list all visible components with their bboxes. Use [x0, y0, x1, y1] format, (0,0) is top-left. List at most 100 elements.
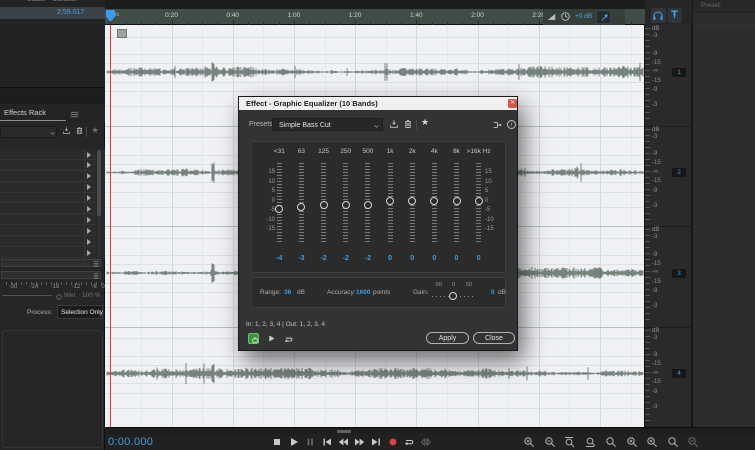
effect-slot[interactable]: [0, 193, 96, 204]
slot-expand-triangle-icon[interactable]: [87, 195, 91, 201]
track-number-badge[interactable]: 2: [672, 168, 686, 177]
info-icon[interactable]: i: [507, 120, 516, 129]
wet-radio-icon[interactable]: [55, 293, 63, 301]
effect-slot[interactable]: [0, 247, 96, 258]
zoom-in-time-icon[interactable]: [523, 436, 536, 449]
scrollbar-thumb[interactable]: [337, 430, 351, 433]
band-gain-value[interactable]: 0: [432, 255, 436, 262]
stop-button[interactable]: [271, 436, 284, 449]
reset-zoom-icon[interactable]: [687, 436, 700, 449]
skip-back-button[interactable]: [321, 436, 334, 449]
rewind-button[interactable]: [337, 436, 350, 449]
band-gain-value[interactable]: -2: [365, 255, 371, 262]
dialog-title-bar[interactable]: Effect - Graphic Equalizer (10 Bands): [239, 97, 517, 110]
favorite-star-icon[interactable]: ★: [91, 125, 99, 136]
band-gain-value[interactable]: -2: [320, 255, 326, 262]
delete-preset-icon[interactable]: [75, 126, 84, 135]
close-icon[interactable]: ✕: [508, 99, 517, 108]
band-gain-value[interactable]: 0: [455, 255, 459, 262]
range-value[interactable]: 36: [284, 289, 291, 296]
apply-button[interactable]: Apply: [426, 332, 469, 344]
process-dropdown[interactable]: Selection Only: [57, 305, 103, 319]
files-column-duration[interactable]: Duration: [53, 0, 78, 3]
panel-menu-icon[interactable]: [70, 110, 79, 119]
level-ramp-icon[interactable]: [547, 12, 556, 21]
effect-slot[interactable]: [0, 182, 96, 193]
zoom-in-at-out-point-icon[interactable]: [646, 436, 659, 449]
monitor-gain-value[interactable]: +0 dB: [575, 13, 592, 20]
slot-expand-triangle-icon[interactable]: [87, 206, 91, 212]
gain-value[interactable]: 0: [491, 289, 495, 296]
monitor-headphones-button[interactable]: [651, 8, 666, 23]
zoom-full-selection-icon[interactable]: [667, 436, 680, 449]
band-slider-knob[interactable]: [364, 201, 372, 209]
rack-preset-dropdown[interactable]: [0, 126, 57, 138]
effect-slot[interactable]: [0, 149, 96, 160]
save-preset-icon[interactable]: [62, 126, 71, 135]
band-slider-knob[interactable]: [475, 197, 483, 205]
favorite-star-icon[interactable]: ★: [421, 117, 429, 128]
slot-expand-triangle-icon[interactable]: [87, 184, 91, 190]
slot-expand-triangle-icon[interactable]: [87, 173, 91, 179]
file-row-selected[interactable]: 2:59.017: [0, 7, 105, 19]
effect-slot[interactable]: [0, 160, 96, 171]
band-gain-value[interactable]: -3: [298, 255, 304, 262]
timeline-ruler[interactable]: hms 0:200:401:001:201:402:002:20 +0 dB: [105, 9, 645, 25]
zoom-in-at-in-point-icon[interactable]: [626, 436, 639, 449]
skip-selection-button[interactable]: [420, 436, 433, 449]
preview-play-button[interactable]: [267, 334, 276, 343]
channel-routing-icon[interactable]: [492, 120, 502, 130]
effect-slot[interactable]: [0, 214, 96, 225]
effect-slot[interactable]: [0, 204, 96, 215]
play-button[interactable]: [288, 436, 301, 449]
band-gain-value[interactable]: -4: [276, 255, 282, 262]
rack-scrollbar-thumb[interactable]: [97, 150, 101, 216]
mix-meter-bar[interactable]: [1, 259, 101, 267]
band-slider-knob[interactable]: [386, 197, 394, 205]
effect-slot[interactable]: [0, 171, 96, 182]
cursor-tool-button[interactable]: [596, 10, 611, 24]
slot-expand-triangle-icon[interactable]: [87, 217, 91, 223]
zoom-in-amplitude-icon[interactable]: [564, 436, 577, 449]
slot-expand-triangle-icon[interactable]: [87, 239, 91, 245]
slot-expand-triangle-icon[interactable]: [87, 250, 91, 256]
clock-icon[interactable]: [560, 11, 571, 22]
zoom-out-amplitude-icon[interactable]: [585, 436, 598, 449]
band-gain-value[interactable]: 0: [410, 255, 414, 262]
band-slider-track[interactable]: [277, 163, 282, 243]
delete-preset-icon[interactable]: [403, 119, 413, 129]
power-toggle-button[interactable]: [248, 333, 259, 344]
fast-forward-button[interactable]: [354, 436, 367, 449]
skip-forward-button[interactable]: [370, 436, 383, 449]
files-column-status[interactable]: Status: [27, 0, 45, 3]
master-meter-bar[interactable]: [1, 271, 101, 279]
zoom-out-time-icon[interactable]: [544, 436, 557, 449]
horizontal-scrollbar[interactable]: [105, 427, 755, 434]
clip-gain-icon[interactable]: [117, 29, 127, 38]
save-preset-icon[interactable]: [389, 119, 399, 129]
band-slider-knob[interactable]: [342, 201, 350, 209]
close-button[interactable]: Close: [473, 332, 515, 344]
band-slider-knob[interactable]: [320, 201, 328, 209]
effect-slot[interactable]: [0, 225, 96, 236]
accuracy-value[interactable]: 1600: [356, 289, 370, 296]
loop-button[interactable]: [403, 436, 416, 449]
pause-button[interactable]: [304, 436, 317, 449]
gain-slider-knob[interactable]: [449, 292, 457, 300]
playhead-time-display[interactable]: 0:00.000: [108, 436, 153, 448]
pin-playhead-button[interactable]: [668, 8, 682, 23]
preset-dropdown[interactable]: Simple Bass Cut: [272, 118, 383, 131]
record-button[interactable]: [387, 436, 400, 449]
band-slider-knob[interactable]: [275, 205, 283, 213]
effect-slot[interactable]: [0, 236, 96, 247]
slot-expand-triangle-icon[interactable]: [87, 162, 91, 168]
slot-expand-triangle-icon[interactable]: [87, 152, 91, 158]
track-number-badge[interactable]: 1: [672, 68, 686, 77]
track-number-badge[interactable]: 4: [672, 369, 686, 378]
track-number-badge[interactable]: 3: [672, 269, 686, 278]
zoom-to-selection-icon[interactable]: [605, 436, 618, 449]
slot-expand-triangle-icon[interactable]: [87, 228, 91, 234]
band-gain-value[interactable]: 0: [388, 255, 392, 262]
band-slider-knob[interactable]: [453, 197, 461, 205]
band-gain-value[interactable]: 0: [477, 255, 481, 262]
